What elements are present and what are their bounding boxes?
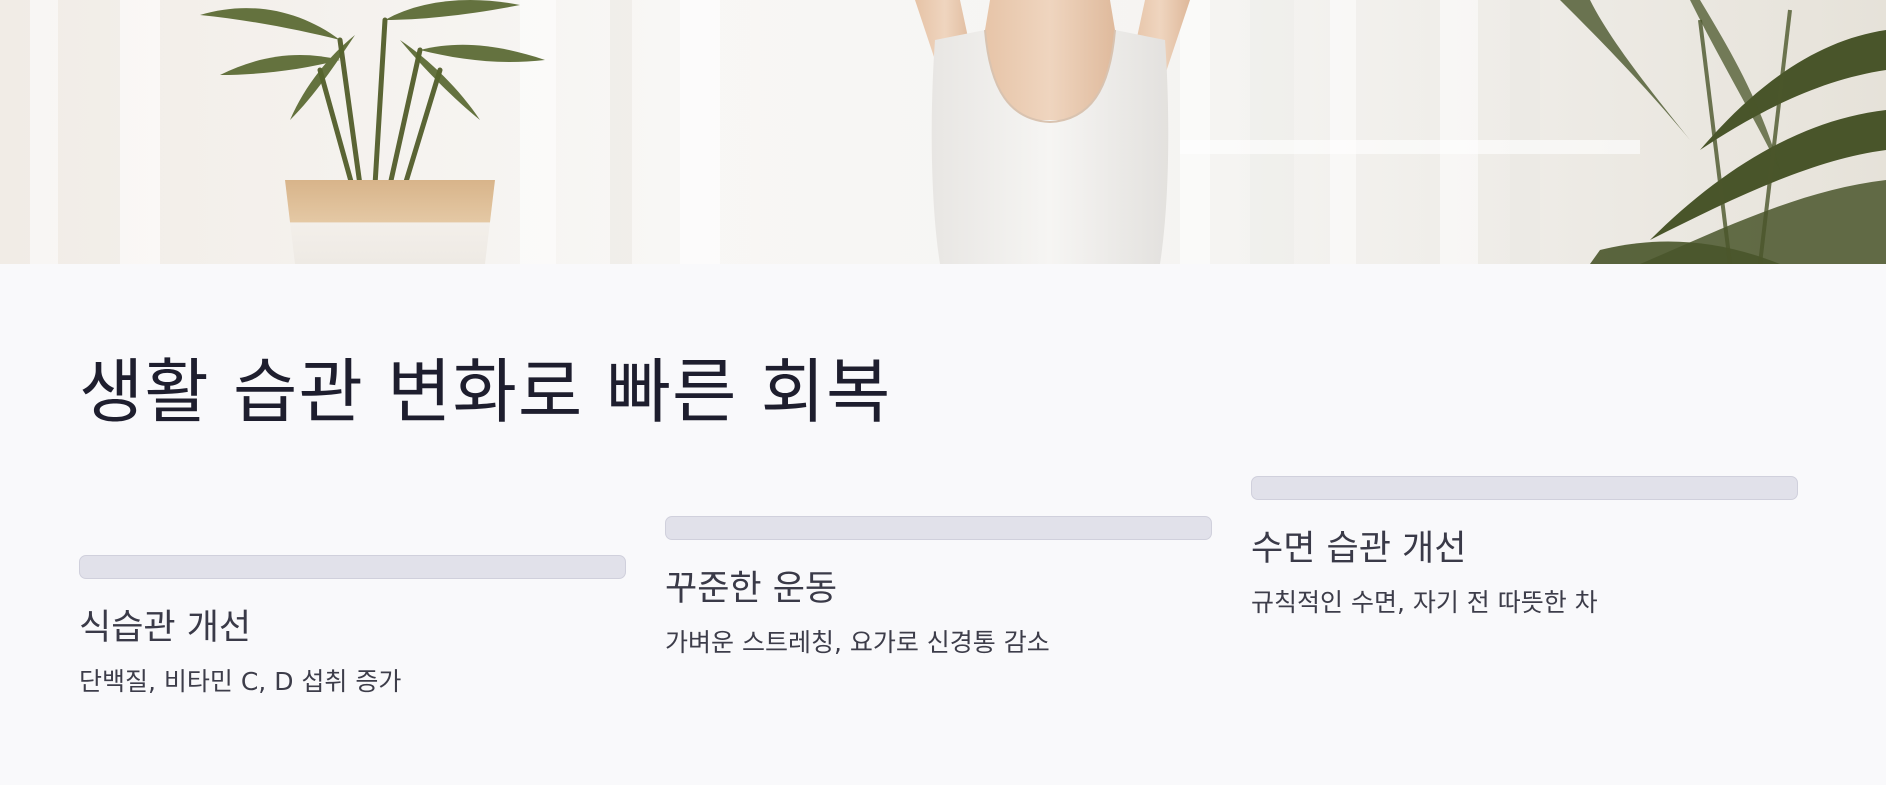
card-description: 단백질, 비타민 C, D 섭취 증가 xyxy=(79,667,402,696)
card-accent-bar xyxy=(665,516,1212,540)
habit-card-diet: 식습관 개선 단백질, 비타민 C, D 섭취 증가 xyxy=(79,555,626,699)
yoga-scene-illustration xyxy=(0,0,1886,264)
yoga-woman xyxy=(915,0,1190,264)
habit-card-exercise: 꾸준한 운동 가벼운 스트레칭, 요가로 신경통 감소 xyxy=(665,516,1212,660)
card-title: 수면 습관 개선 xyxy=(1251,529,1467,569)
card-description: 규칙적인 수면, 자기 전 따뜻한 차 xyxy=(1251,588,1598,617)
card-accent-bar xyxy=(1251,476,1798,500)
card-description: 가벼운 스트레칭, 요가로 신경통 감소 xyxy=(665,628,1050,657)
card-title: 식습관 개선 xyxy=(79,608,252,648)
habit-card-sleep: 수면 습관 개선 규칙적인 수면, 자기 전 따뜻한 차 xyxy=(1251,476,1798,620)
hero-photo xyxy=(0,0,1886,264)
card-title: 꾸준한 운동 xyxy=(665,569,838,609)
card-accent-bar xyxy=(79,555,626,579)
page-title: 생활 습관 변화로 빠른 회복 xyxy=(79,351,892,433)
